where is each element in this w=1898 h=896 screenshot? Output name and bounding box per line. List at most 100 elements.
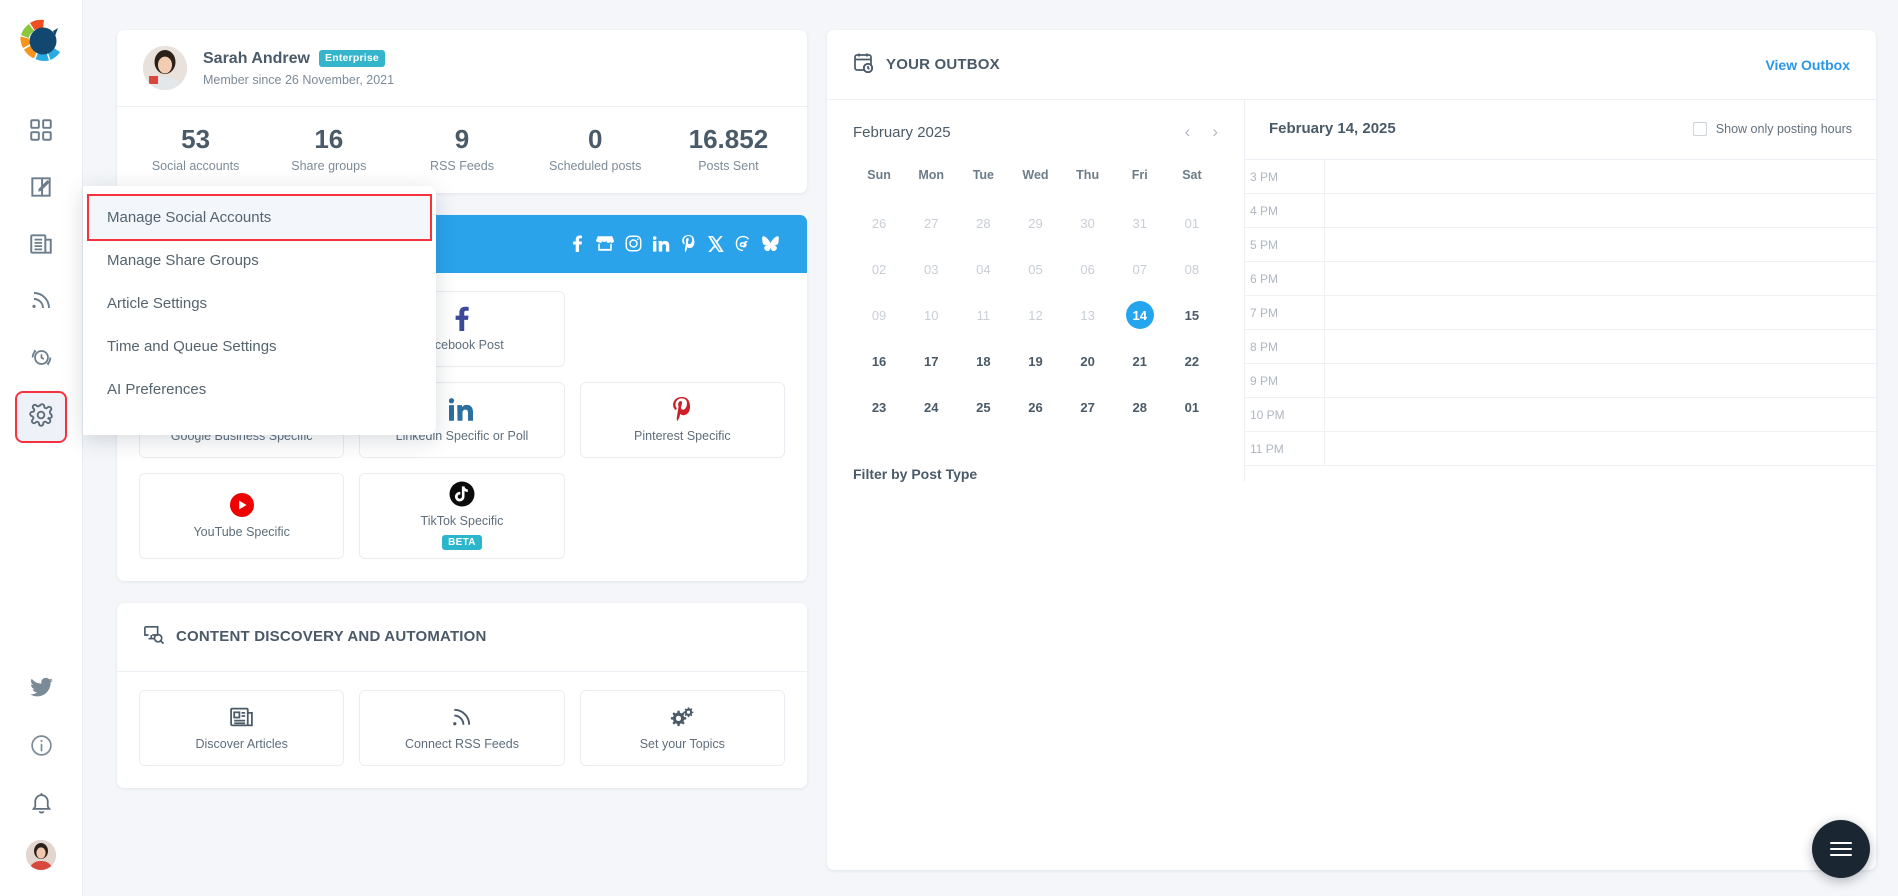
menu-item-article-settings[interactable]: Article Settings: [89, 282, 430, 325]
sidebar-item-dashboard[interactable]: [17, 108, 65, 156]
show-only-posting-hours-toggle[interactable]: Show only posting hours: [1692, 121, 1852, 136]
time-slot[interactable]: 3 PM: [1245, 160, 1876, 194]
time-slot-body[interactable]: [1325, 330, 1876, 363]
x-icon[interactable]: [708, 235, 724, 252]
google-business-icon[interactable]: [596, 235, 614, 252]
calendar-day[interactable]: 03: [905, 254, 957, 284]
time-slot-body[interactable]: [1325, 398, 1876, 431]
calendar-day[interactable]: 21: [1114, 346, 1166, 376]
calendar-day[interactable]: 26: [853, 208, 905, 238]
calendar-day[interactable]: 23: [853, 392, 905, 422]
tile-connect-rss-feeds[interactable]: Connect RSS Feeds: [359, 689, 565, 766]
sidebar-item-help[interactable]: [17, 724, 65, 772]
time-slot[interactable]: 11 PM: [1245, 432, 1876, 466]
menu-item-manage-social-accounts[interactable]: Manage Social Accounts: [87, 194, 432, 241]
time-slot-body[interactable]: [1325, 194, 1876, 227]
calendar-day[interactable]: 28: [957, 208, 1009, 238]
profile-avatar[interactable]: [143, 46, 187, 90]
time-slot-body[interactable]: [1325, 160, 1876, 193]
calendar-day[interactable]: 05: [1009, 254, 1061, 284]
threads-icon[interactable]: [735, 235, 751, 252]
calendar-day[interactable]: 06: [1062, 254, 1114, 284]
calendar-day[interactable]: 13: [1062, 300, 1114, 330]
time-slot[interactable]: 4 PM: [1245, 194, 1876, 228]
time-slot-body[interactable]: [1325, 296, 1876, 329]
calendar-day[interactable]: 15: [1166, 300, 1218, 330]
time-slot[interactable]: 5 PM: [1245, 228, 1876, 262]
sidebar-item-twitter[interactable]: [17, 666, 65, 714]
calendar-day[interactable]: 11: [957, 300, 1009, 330]
calendar-day[interactable]: 08: [1166, 254, 1218, 284]
calendar-day[interactable]: 24: [905, 392, 957, 422]
tile-youtube-specific[interactable]: YouTube Specific: [139, 472, 345, 559]
calendar-day[interactable]: 26: [1009, 392, 1061, 422]
menu-item-ai-preferences[interactable]: AI Preferences: [89, 368, 430, 411]
calendar-day[interactable]: 18: [957, 346, 1009, 376]
day-schedule-pane: February 14, 2025 Show only posting hour…: [1245, 100, 1876, 482]
filter-by-post-type-label[interactable]: Filter by Post Type: [853, 466, 1218, 482]
view-outbox-link[interactable]: View Outbox: [1765, 57, 1850, 73]
bluesky-icon[interactable]: [762, 236, 779, 252]
time-slot-body[interactable]: [1325, 432, 1876, 465]
calendar-day[interactable]: 22: [1166, 346, 1218, 376]
calendar-day[interactable]: 01: [1166, 392, 1218, 422]
calendar-day-selected[interactable]: 14: [1114, 300, 1166, 330]
sidebar-item-compose[interactable]: [17, 165, 65, 213]
sidebar-item-settings[interactable]: [15, 391, 67, 443]
bell-icon: [29, 791, 54, 821]
menu-item-time-and-queue-settings[interactable]: Time and Queue Settings: [89, 325, 430, 368]
calendar-day[interactable]: 19: [1009, 346, 1061, 376]
calendar-day[interactable]: 20: [1062, 346, 1114, 376]
time-slot-body[interactable]: [1325, 262, 1876, 295]
calendar-day[interactable]: 28: [1114, 392, 1166, 422]
pinterest-icon[interactable]: [681, 234, 697, 253]
time-slot[interactable]: 8 PM: [1245, 330, 1876, 364]
calendar-day[interactable]: 30: [1062, 208, 1114, 238]
time-slot[interactable]: 7 PM: [1245, 296, 1876, 330]
linkedin-icon[interactable]: [653, 236, 670, 252]
tile-pinterest-specific[interactable]: Pinterest Specific: [579, 381, 785, 458]
stat-value: 9: [454, 124, 470, 154]
chevron-right-icon[interactable]: ›: [1212, 122, 1218, 142]
calendar-day[interactable]: 29: [1009, 208, 1061, 238]
left-sidebar: [0, 0, 83, 896]
facebook-icon[interactable]: [570, 235, 585, 253]
calendar-day[interactable]: 02: [853, 254, 905, 284]
sidebar-item-notifications[interactable]: [17, 782, 65, 830]
menu-item-manage-share-groups[interactable]: Manage Share Groups: [89, 239, 430, 282]
calendar-day[interactable]: 01: [1166, 208, 1218, 238]
stat-label: Share groups: [291, 158, 367, 173]
floating-menu-button[interactable]: [1812, 820, 1870, 878]
calendar-day[interactable]: 27: [905, 208, 957, 238]
app-logo[interactable]: [14, 14, 68, 68]
profile-card: Sarah Andrew Enterprise Member since 26 …: [117, 30, 807, 193]
calendar-dow: Wed: [1022, 168, 1049, 182]
calendar-month-label: February 2025: [853, 123, 951, 141]
calendar-day[interactable]: 27: [1062, 392, 1114, 422]
time-slot-body[interactable]: [1325, 364, 1876, 397]
avatar[interactable]: [26, 840, 56, 870]
calendar-day[interactable]: 07: [1114, 254, 1166, 284]
checkbox[interactable]: [1692, 121, 1707, 136]
selected-date-title: February 14, 2025: [1269, 120, 1396, 137]
time-slot[interactable]: 9 PM: [1245, 364, 1876, 398]
tile-set-your-topics[interactable]: Set your Topics: [579, 689, 785, 766]
calendar-day[interactable]: 04: [957, 254, 1009, 284]
calendar-day[interactable]: 10: [905, 300, 957, 330]
sidebar-item-history[interactable]: [17, 336, 65, 384]
tile-discover-articles[interactable]: Discover Articles: [139, 689, 345, 766]
instagram-icon[interactable]: [625, 235, 642, 252]
calendar-day[interactable]: 25: [957, 392, 1009, 422]
tile-tiktok-specific[interactable]: TikTok Specific BETA: [359, 472, 565, 559]
time-slot-body[interactable]: [1325, 228, 1876, 261]
time-slot[interactable]: 6 PM: [1245, 262, 1876, 296]
calendar-day[interactable]: 12: [1009, 300, 1061, 330]
calendar-day[interactable]: 17: [905, 346, 957, 376]
time-slot[interactable]: 10 PM: [1245, 398, 1876, 432]
calendar-day[interactable]: 31: [1114, 208, 1166, 238]
sidebar-item-rss[interactable]: [17, 279, 65, 327]
calendar-day[interactable]: 09: [853, 300, 905, 330]
chevron-left-icon[interactable]: ‹: [1185, 122, 1191, 142]
calendar-day[interactable]: 16: [853, 346, 905, 376]
sidebar-item-articles[interactable]: [17, 222, 65, 270]
